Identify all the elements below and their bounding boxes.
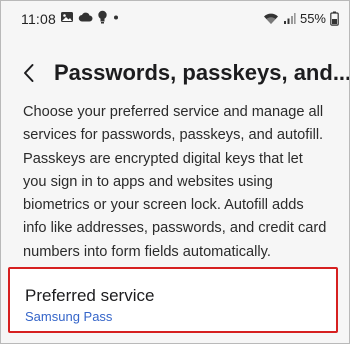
status-notification-icons bbox=[60, 10, 120, 24]
preferred-service-value: Samsung Pass bbox=[25, 309, 113, 324]
dot-icon bbox=[112, 10, 120, 24]
status-time: 11:08 bbox=[21, 11, 56, 27]
battery-icon bbox=[330, 11, 339, 26]
settings-screen: 11:08 55% Passwords, passkeys, and... Ch… bbox=[0, 0, 350, 344]
preferred-service-item[interactable]: Preferred service Samsung Pass bbox=[8, 267, 338, 333]
bulb-icon bbox=[97, 10, 108, 24]
wifi-icon bbox=[263, 12, 279, 25]
back-button[interactable] bbox=[15, 59, 43, 87]
back-arrow-icon bbox=[22, 63, 36, 83]
battery-percent: 55% bbox=[299, 11, 326, 26]
preferred-service-label: Preferred service bbox=[25, 286, 155, 305]
cloud-icon bbox=[78, 11, 93, 23]
page-header: Passwords, passkeys, and... bbox=[1, 53, 349, 97]
signal-icon bbox=[283, 12, 296, 25]
status-system-icons: 55% bbox=[263, 11, 339, 26]
page-description: Choose your preferred service and manage… bbox=[23, 104, 327, 260]
status-bar: 11:08 55% bbox=[1, 1, 349, 37]
image-icon bbox=[60, 10, 74, 24]
page-title: Passwords, passkeys, and... bbox=[54, 60, 350, 85]
